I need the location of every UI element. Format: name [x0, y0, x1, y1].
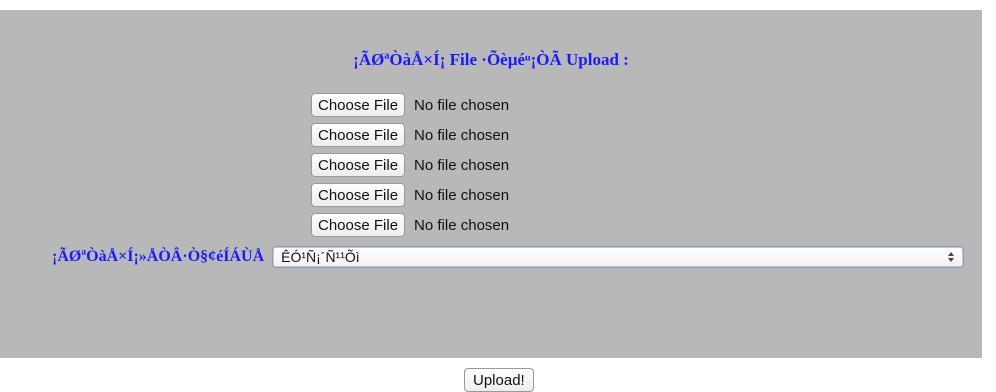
file-status-4: No file chosen [414, 186, 510, 204]
file-status-1: No file chosen [414, 96, 510, 114]
destination-select-row: ¡ÃØªÒàÅ×Í¡»ÅÒÂ·Ò§¢éÍÁÙÅ ÊÓ¹Ñ¡´Ñ¹¹Õì [52, 245, 964, 269]
form-heading: ¡ÃØªÒàÅ×Í¡ File ·Õèµéͧ¡ÒÃ Upload : [353, 50, 629, 69]
select-arrows-icon [947, 251, 955, 263]
upload-button[interactable]: Upload! [464, 368, 534, 392]
file-status-2: No file chosen [414, 126, 510, 144]
choose-file-button-2[interactable]: Choose File [311, 123, 406, 147]
choose-file-button-3[interactable]: Choose File [311, 153, 406, 177]
choose-file-button-1[interactable]: Choose File [311, 93, 406, 117]
destination-select-label: ¡ÃØªÒàÅ×Í¡»ÅÒÂ·Ò§¢éÍÁÙÅ [52, 248, 265, 265]
destination-select-value: ÊÓ¹Ñ¡´Ñ¹¹Õì [281, 249, 360, 265]
file-status-5: No file chosen [414, 216, 510, 234]
file-input-row-1: Choose File No file chosen [311, 92, 509, 118]
destination-select[interactable]: ÊÓ¹Ñ¡´Ñ¹¹Õì [272, 246, 964, 268]
file-input-row-4: Choose File No file chosen [311, 182, 509, 208]
file-status-3: No file chosen [414, 156, 510, 174]
choose-file-button-5[interactable]: Choose File [311, 213, 406, 237]
upload-form-panel: ¡ÃØªÒàÅ×Í¡ File ·Õèµéͧ¡ÒÃ Upload : Choos… [0, 10, 982, 358]
choose-file-button-4[interactable]: Choose File [311, 183, 406, 207]
file-input-row-2: Choose File No file chosen [311, 122, 509, 148]
file-input-row-5: Choose File No file chosen [311, 212, 509, 238]
file-input-row-3: Choose File No file chosen [311, 152, 509, 178]
